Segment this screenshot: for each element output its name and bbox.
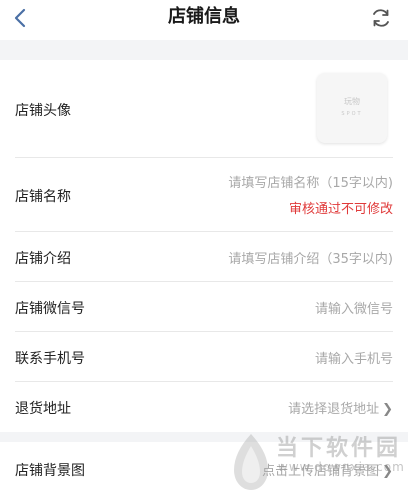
shop-name-label: 店铺名称 [15, 189, 71, 205]
shop-intro-input[interactable]: 请填写店铺介绍（35字以内) [228, 248, 393, 267]
refresh-icon[interactable] [370, 7, 392, 29]
phone-row[interactable]: 联系手机号 请输入手机号 [15, 332, 393, 382]
wechat-input[interactable]: 请输入微信号 [315, 298, 393, 317]
page-title: 店铺信息 [168, 6, 240, 27]
background-upload[interactable]: 点击上传店铺背景图 ❯ [262, 460, 393, 479]
top-nav-bar: 店铺信息 [0, 0, 408, 40]
chevron-right-icon: ❯ [382, 402, 393, 417]
return-address-placeholder: 请选择退货地址 [288, 402, 380, 417]
shop-info-form: 店铺头像 玩物 SPOT 店铺名称 请填写店铺名称（15字以内) 审核通过不可修… [0, 60, 408, 432]
avatar-logo-subtext: SPOT [341, 111, 363, 117]
return-address-row[interactable]: 退货地址 请选择退货地址 ❯ [15, 382, 393, 432]
avatar-label: 店铺头像 [15, 103, 71, 119]
background-row[interactable]: 店铺背景图 点击上传店铺背景图 ❯ [15, 442, 393, 498]
wechat-row[interactable]: 店铺微信号 请输入微信号 [15, 282, 393, 332]
phone-input[interactable]: 请输入手机号 [315, 348, 393, 367]
shop-name-review-note: 审核通过不可修改 [288, 202, 393, 217]
background-placeholder: 点击上传店铺背景图 [262, 464, 380, 479]
return-address-label: 退货地址 [15, 401, 71, 417]
phone-label: 联系手机号 [15, 351, 85, 367]
shop-intro-label: 店铺介绍 [15, 251, 71, 267]
shop-name-row[interactable]: 店铺名称 请填写店铺名称（15字以内) 审核通过不可修改 [15, 158, 393, 232]
background-label: 店铺背景图 [15, 463, 85, 479]
shop-avatar-upload[interactable]: 玩物 SPOT [317, 73, 387, 143]
background-section: 店铺背景图 点击上传店铺背景图 ❯ [0, 442, 408, 498]
shop-name-input[interactable]: 请填写店铺名称（15字以内) [228, 172, 393, 191]
wechat-label: 店铺微信号 [15, 301, 85, 317]
chevron-right-icon: ❯ [382, 464, 393, 479]
avatar-logo-text: 玩物 [344, 97, 360, 106]
shop-intro-row[interactable]: 店铺介绍 请填写店铺介绍（35字以内) [15, 232, 393, 282]
avatar-row[interactable]: 店铺头像 玩物 SPOT [15, 60, 393, 158]
return-address-select[interactable]: 请选择退货地址 ❯ [288, 398, 393, 417]
